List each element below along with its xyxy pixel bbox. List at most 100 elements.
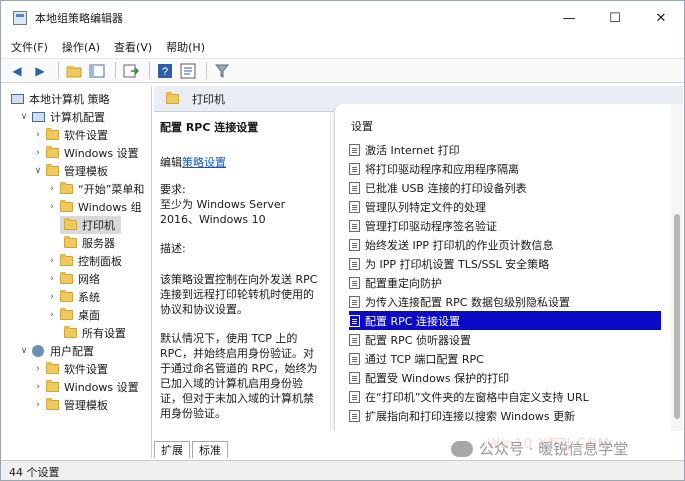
list-item[interactable]: 配置重定向防护: [349, 273, 659, 292]
tree-node-software-settings[interactable]: › 软件设置: [33, 126, 108, 144]
menu-view[interactable]: 查看(V): [114, 39, 152, 55]
policy-icon: [349, 162, 360, 175]
folder-icon: [60, 290, 73, 302]
tree-node-user-config[interactable]: ∨ 用户配置: [19, 342, 94, 360]
list-item[interactable]: 配置受 Windows 保护的打印: [349, 368, 659, 387]
chevron-right-icon[interactable]: ›: [47, 274, 57, 284]
list-item[interactable]: 已批准 USB 连接的打印设备列表: [349, 178, 659, 197]
list-scrollbar[interactable]: [671, 104, 683, 431]
list-item[interactable]: 配置 RPC 侦听器设置: [349, 330, 659, 349]
tree-node-server[interactable]: 服务器: [64, 234, 115, 252]
toolbar-separator: [115, 62, 116, 79]
tree-node-control-panel[interactable]: › 控制面板: [47, 252, 122, 270]
folder-icon: [46, 398, 59, 410]
chevron-right-icon[interactable]: ›: [47, 256, 57, 266]
tree-node-local-policy[interactable]: 本地计算机 策略: [11, 90, 110, 108]
filter-icon[interactable]: [212, 61, 232, 81]
list-item[interactable]: 为 IPP 打印机设置 TLS/SSL 安全策略: [349, 254, 659, 273]
export-icon[interactable]: [121, 61, 141, 81]
scrollbar-thumb[interactable]: [674, 214, 680, 419]
tree-node-user-software-settings[interactable]: › 软件设置: [33, 360, 108, 378]
tree-node-windows-components[interactable]: › Windows 组: [47, 198, 142, 216]
description-body: 该策略设置控制在向外发送 RPC 连接到远程打印轮转机时使用的协议和协议设置。: [160, 273, 318, 316]
help-icon[interactable]: ?: [155, 61, 175, 81]
folder-icon: [166, 91, 179, 104]
policy-icon: [349, 200, 360, 213]
tree-node-admin-templates[interactable]: ∨ 管理模板: [33, 162, 108, 180]
description-title: 配置 RPC 连接设置: [160, 121, 259, 134]
list-item[interactable]: 通过 TCP 端口配置 RPC: [349, 349, 659, 368]
title-bar[interactable]: 本地组策略编辑器 — ☐ ✕: [1, 1, 684, 35]
back-icon[interactable]: ◀: [7, 61, 27, 81]
maximize-button[interactable]: ☐: [592, 1, 638, 35]
chevron-right-icon[interactable]: ›: [33, 400, 43, 410]
list-item[interactable]: 在“打印机”文件夹的左窗格中自定义支持 URL: [349, 387, 659, 406]
tree-node-windows-settings[interactable]: › Windows 设置: [33, 144, 139, 162]
column-header-setting[interactable]: 设置: [351, 118, 373, 134]
window-title: 本地组策略编辑器: [35, 12, 123, 25]
chevron-right-icon[interactable]: ›: [47, 310, 57, 320]
computer-icon: [32, 112, 45, 122]
tree-node-user-windows-settings[interactable]: › Windows 设置: [33, 378, 139, 396]
list-item[interactable]: 始终发送 IPP 打印机的作业页计数信息: [349, 235, 659, 254]
chevron-right-icon[interactable]: ›: [47, 202, 57, 212]
list-item[interactable]: 将打印驱动程序和应用程序隔离: [349, 159, 659, 178]
chevron-right-icon[interactable]: ›: [33, 364, 43, 374]
chevron-down-icon[interactable]: ∨: [19, 112, 29, 122]
computer-policy-icon: [11, 94, 24, 104]
policy-icon: [349, 390, 360, 403]
folder-icon: [60, 200, 73, 212]
navigation-tree: 本地计算机 策略 ∨ 计算机配置 › 软件设置 › Windows 设置 ∨ 管理模板 …: [5, 86, 152, 458]
tree-node-printers[interactable]: 打印机: [60, 216, 121, 234]
chevron-down-icon[interactable]: ∨: [33, 166, 43, 176]
tab-standard[interactable]: 标准: [192, 441, 228, 458]
edit-policy-link[interactable]: 策略设置: [182, 156, 226, 169]
edit-policy-line: 编辑策略设置: [160, 156, 226, 169]
chevron-right-icon[interactable]: ›: [33, 130, 43, 140]
list-item-selected[interactable]: 配置 RPC 连接设置: [349, 311, 661, 330]
policy-icon: [349, 314, 360, 327]
window-controls: — ☐ ✕: [546, 1, 684, 35]
wechat-icon: [451, 440, 473, 457]
chevron-right-icon[interactable]: ›: [33, 382, 43, 392]
tree-node-network[interactable]: › 网络: [47, 270, 100, 288]
list-item[interactable]: 管理队列特定文件的处理: [349, 197, 659, 216]
tree-node-desktop[interactable]: › 桌面: [47, 306, 100, 324]
description-body-2: 默认情况下，使用 TCP 上的 RPC，并始终启用身份验证。对于通过命名管道的 …: [160, 332, 318, 420]
list-item[interactable]: 管理打印驱动程序签名验证: [349, 216, 659, 235]
chevron-right-icon[interactable]: ›: [47, 292, 57, 302]
list-item[interactable]: 为传入连接配置 RPC 数据包级别隐私设置: [349, 292, 659, 311]
tree-node-user-admin-templates[interactable]: › 管理模板: [33, 396, 108, 414]
settings-list: 设置 激活 Internet 打印 将打印驱动程序和应用程序隔离 已批准 USB…: [334, 104, 683, 431]
folder-icon: [60, 182, 73, 194]
menu-file[interactable]: 文件(F): [11, 39, 48, 55]
chevron-right-icon[interactable]: ›: [33, 148, 43, 158]
view-icon[interactable]: [87, 61, 107, 81]
properties-icon[interactable]: [178, 61, 198, 81]
user-icon: [32, 345, 44, 357]
gpedit-window: 本地组策略编辑器 — ☐ ✕ 文件(F) 操作(A) 查看(V) 帮助(H) ◀…: [0, 0, 685, 481]
close-button[interactable]: ✕: [638, 1, 684, 35]
tree-node-system[interactable]: › 系统: [47, 288, 100, 306]
chevron-right-icon[interactable]: ›: [47, 184, 57, 194]
watermark: 公众号 · 暖锐信息学堂: [451, 438, 628, 459]
folder-icon: [46, 164, 59, 176]
policy-icon: [349, 276, 360, 289]
list-item[interactable]: 扩展指向和打印连接以搜索 Windows 更新: [349, 406, 659, 425]
tab-extended[interactable]: 扩展: [154, 441, 190, 458]
tree-node-start-menu[interactable]: › “开始”菜单和: [47, 180, 144, 198]
minimize-button[interactable]: —: [546, 1, 592, 35]
description-panel: 配置 RPC 连接设置 编辑策略设置 要求: 至少为 Windows Server…: [154, 113, 331, 431]
list-item[interactable]: 激活 Internet 打印: [349, 140, 659, 159]
toolbar-separator: [206, 62, 207, 79]
policy-icon: [349, 181, 360, 194]
status-text: 44 个设置: [9, 465, 60, 479]
up-icon[interactable]: [64, 61, 84, 81]
tree-node-all-settings[interactable]: 所有设置: [64, 324, 126, 342]
policy-icon: [349, 409, 360, 422]
tree-node-computer-config[interactable]: ∨ 计算机配置: [19, 108, 105, 126]
forward-icon[interactable]: ▶: [30, 61, 50, 81]
menu-action[interactable]: 操作(A): [62, 39, 100, 55]
menu-help[interactable]: 帮助(H): [166, 39, 205, 55]
chevron-down-icon[interactable]: ∨: [19, 346, 29, 356]
